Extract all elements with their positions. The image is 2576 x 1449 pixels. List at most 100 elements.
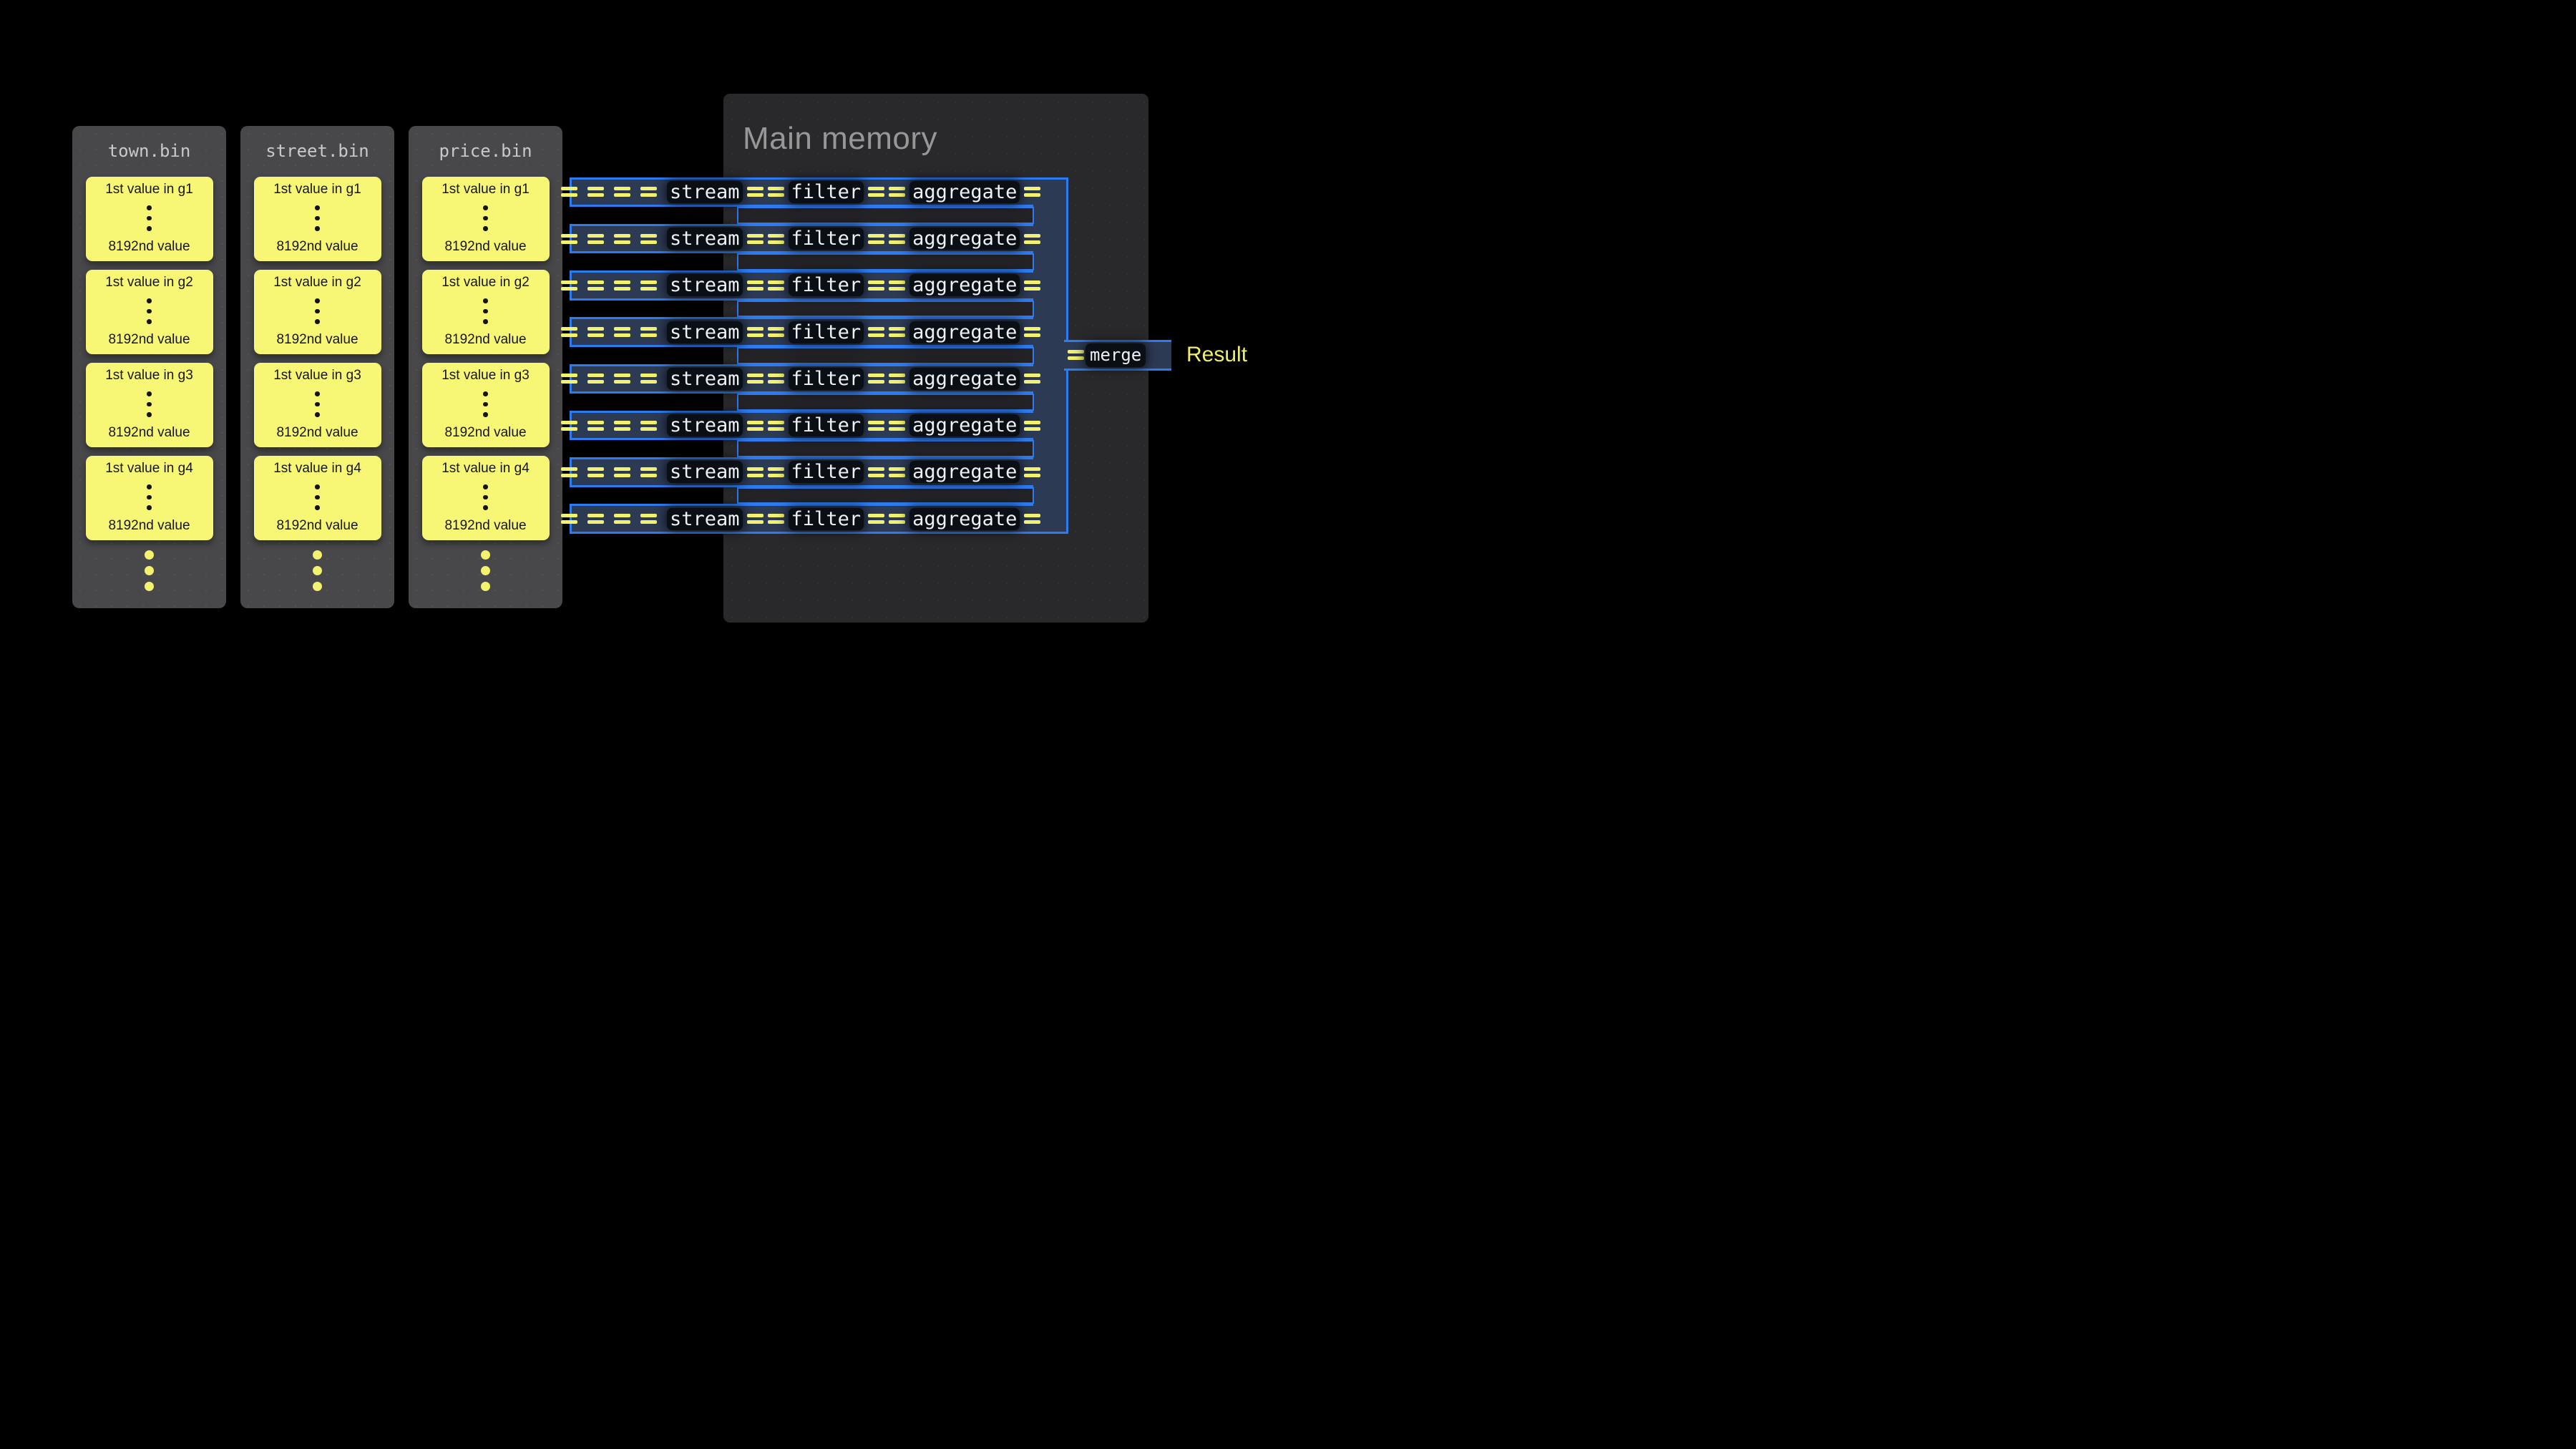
value-group-box: 1st value in g1 8192nd value xyxy=(422,177,550,261)
data-chunk-icon xyxy=(614,374,630,384)
data-chunk-icon xyxy=(640,280,657,291)
data-chunk-icon xyxy=(587,327,604,337)
group-first-value-label: 1st value in g3 xyxy=(441,368,530,384)
dot-icon xyxy=(315,298,320,303)
file-name: street.bin xyxy=(240,137,394,165)
group-ellipsis-icon xyxy=(315,484,320,510)
data-chunk-icon xyxy=(640,187,657,197)
more-groups-ellipsis-icon xyxy=(72,550,226,591)
group-first-value-label: 1st value in g3 xyxy=(105,368,193,384)
data-chunk-icon xyxy=(614,467,630,477)
dot-icon xyxy=(483,226,488,231)
dot-icon xyxy=(147,391,152,396)
value-group-box: 1st value in g3 8192nd value xyxy=(422,363,550,447)
data-chunk-icon xyxy=(640,234,657,244)
data-chunk-icon xyxy=(640,421,657,431)
group-first-value-label: 1st value in g1 xyxy=(441,182,530,197)
dot-icon xyxy=(147,505,152,510)
data-chunk-icon xyxy=(614,234,630,244)
dot-icon xyxy=(313,550,322,560)
value-group-list: 1st value in g1 8192nd value 1st value i… xyxy=(409,177,562,540)
group-first-value-label: 1st value in g1 xyxy=(273,182,361,197)
merge-lane: merge xyxy=(1064,340,1171,371)
value-group-box: 1st value in g2 8192nd value xyxy=(422,270,550,354)
file-name: town.bin xyxy=(72,137,226,165)
dot-icon xyxy=(483,309,488,314)
dot-icon xyxy=(483,391,488,396)
file-name: price.bin xyxy=(409,137,562,165)
data-chunk-icon xyxy=(614,327,630,337)
data-chunk-icon xyxy=(614,280,630,291)
dot-icon xyxy=(147,205,152,210)
stage-chip-merge: merge xyxy=(1085,343,1146,367)
dot-icon xyxy=(147,319,152,324)
group-ellipsis-icon xyxy=(483,391,488,417)
group-ellipsis-icon xyxy=(483,484,488,510)
group-ellipsis-icon xyxy=(147,298,152,324)
data-chunk-icon xyxy=(587,421,604,431)
group-first-value-label: 1st value in g2 xyxy=(105,275,193,291)
value-group-box: 1st value in g2 8192nd value xyxy=(254,270,381,354)
value-group-box: 1st value in g4 8192nd value xyxy=(86,456,213,540)
data-chunk-icon xyxy=(1068,350,1084,360)
dot-icon xyxy=(483,412,488,417)
dot-icon xyxy=(313,582,322,591)
value-group-box: 1st value in g4 8192nd value xyxy=(422,456,550,540)
group-first-value-label: 1st value in g1 xyxy=(105,182,193,197)
group-last-value-label: 8192nd value xyxy=(108,425,190,441)
group-ellipsis-icon xyxy=(147,484,152,510)
data-chunk-icon xyxy=(561,187,577,197)
value-group-box: 1st value in g2 8192nd value xyxy=(86,270,213,354)
dot-icon xyxy=(145,582,154,591)
dot-icon xyxy=(483,205,488,210)
data-chunk-icon xyxy=(640,467,657,477)
main-memory-title: Main memory xyxy=(743,121,937,157)
dot-icon xyxy=(145,566,154,575)
data-chunk-icon xyxy=(561,421,577,431)
group-last-value-label: 8192nd value xyxy=(108,332,190,348)
file-column: street.bin 1st value in g1 8192nd value … xyxy=(240,126,394,608)
dot-icon xyxy=(483,319,488,324)
dot-icon xyxy=(483,484,488,489)
data-chunk-icon xyxy=(561,280,577,291)
group-ellipsis-icon xyxy=(315,298,320,324)
result-label: Result xyxy=(1186,343,1247,367)
data-chunk-icon xyxy=(587,514,604,524)
group-last-value-label: 8192nd value xyxy=(276,239,358,255)
dot-icon xyxy=(147,412,152,417)
more-groups-ellipsis-icon xyxy=(409,550,562,591)
group-ellipsis-icon xyxy=(315,205,320,231)
data-chunk-icon xyxy=(561,327,577,337)
group-first-value-label: 1st value in g2 xyxy=(441,275,530,291)
group-ellipsis-icon xyxy=(147,205,152,231)
file-column: town.bin 1st value in g1 8192nd value 1s… xyxy=(72,126,226,608)
group-first-value-label: 1st value in g4 xyxy=(441,461,530,477)
dot-icon xyxy=(145,550,154,560)
data-chunk-icon xyxy=(640,374,657,384)
dot-icon xyxy=(315,412,320,417)
value-group-list: 1st value in g1 8192nd value 1st value i… xyxy=(72,177,226,540)
dot-icon xyxy=(315,495,320,500)
group-last-value-label: 8192nd value xyxy=(108,239,190,255)
group-ellipsis-icon xyxy=(147,391,152,417)
group-last-value-label: 8192nd value xyxy=(444,518,526,534)
file-column: price.bin 1st value in g1 8192nd value 1… xyxy=(409,126,562,608)
dot-icon xyxy=(481,550,490,560)
dot-icon xyxy=(147,495,152,500)
group-first-value-label: 1st value in g4 xyxy=(105,461,193,477)
dot-icon xyxy=(315,226,320,231)
data-chunk-icon xyxy=(614,421,630,431)
group-last-value-label: 8192nd value xyxy=(276,518,358,534)
data-chunk-icon xyxy=(587,234,604,244)
data-chunk-icon xyxy=(561,467,577,477)
dot-icon xyxy=(315,309,320,314)
value-group-box: 1st value in g3 8192nd value xyxy=(86,363,213,447)
data-chunk-icon xyxy=(614,514,630,524)
group-last-value-label: 8192nd value xyxy=(276,425,358,441)
dot-icon xyxy=(315,205,320,210)
dot-icon xyxy=(315,216,320,221)
dot-icon xyxy=(315,484,320,489)
group-ellipsis-icon xyxy=(315,391,320,417)
more-groups-ellipsis-icon xyxy=(240,550,394,591)
group-last-value-label: 8192nd value xyxy=(444,425,526,441)
